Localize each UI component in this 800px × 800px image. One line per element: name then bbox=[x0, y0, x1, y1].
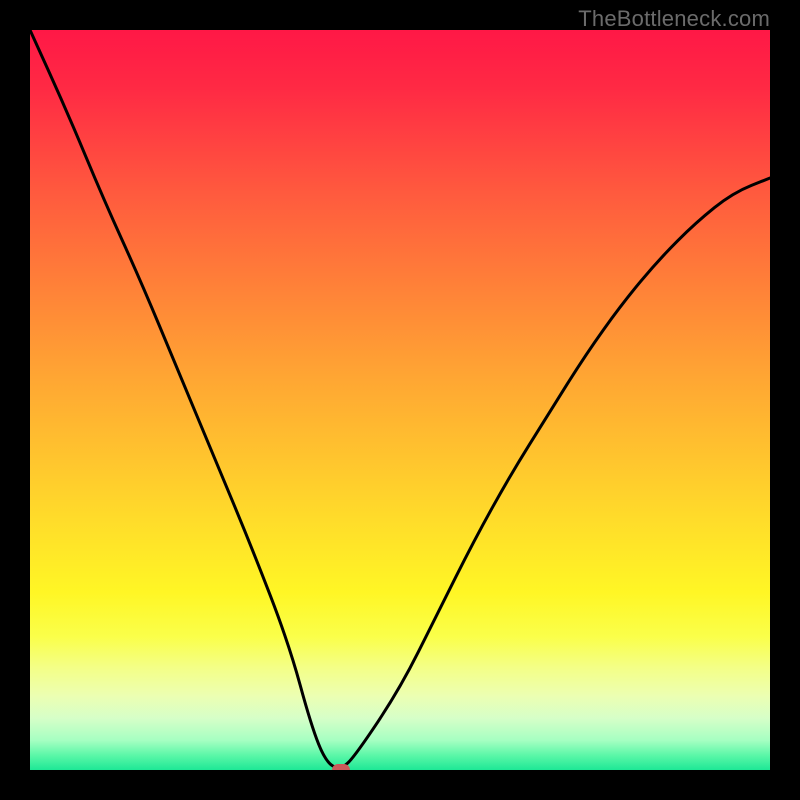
bottleneck-curve bbox=[30, 30, 770, 770]
watermark-text: TheBottleneck.com bbox=[578, 6, 770, 32]
optimum-marker bbox=[332, 764, 350, 770]
chart-frame: TheBottleneck.com bbox=[0, 0, 800, 800]
plot-area bbox=[30, 30, 770, 770]
